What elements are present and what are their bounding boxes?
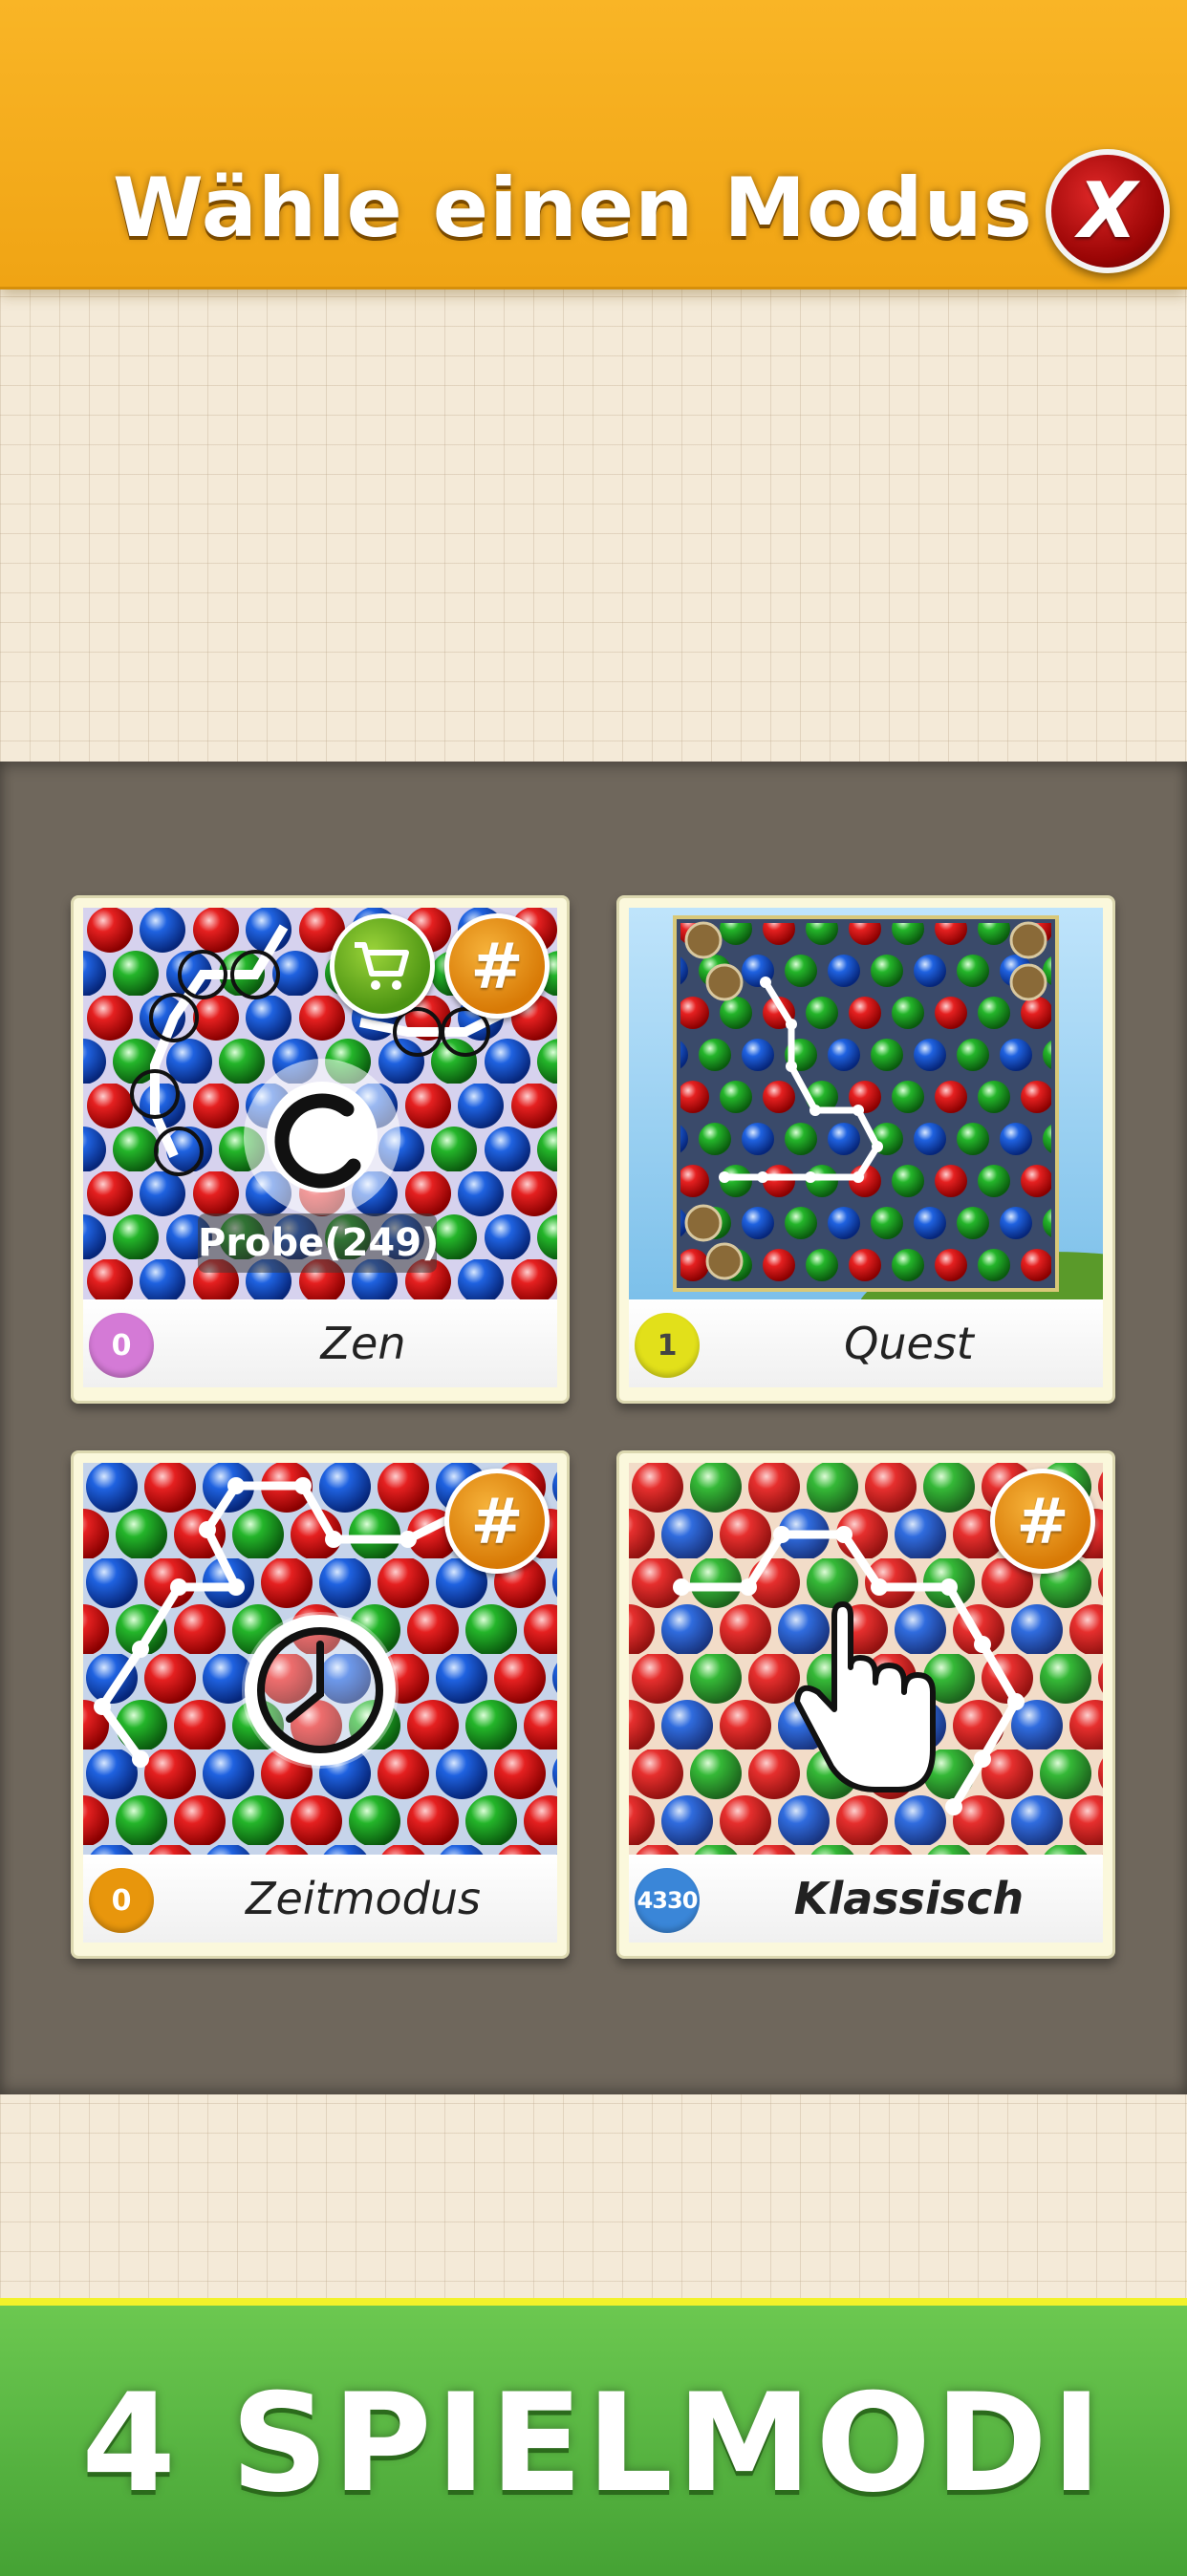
page-title: Wähle einen Modus [113,161,1033,256]
card-footer: 0 Zeitmodus [83,1855,557,1943]
clock-icon [242,1612,399,1769]
shopping-cart-icon [355,942,409,990]
shop-cart-badge[interactable] [330,913,435,1019]
promo-footer: 4 SPIELMODI [0,2298,1187,2576]
card-footer: 1 Quest [629,1299,1103,1387]
mode-count-badge: 0 [89,1313,154,1378]
score-hash-badge[interactable]: # [444,913,550,1019]
mode-panel: # Probe(249) 0 Zen 1 Quest # 0 Zeitmodus… [0,762,1187,2094]
mode-count-badge: 0 [89,1868,154,1933]
klassisch-preview-image: # [629,1463,1103,1855]
mode-count-badge: 1 [635,1313,700,1378]
trial-label: Probe(249) [198,1213,439,1273]
card-footer: 4330 Klassisch [629,1855,1103,1943]
zen-preview-image: # Probe(249) [83,908,557,1299]
card-footer: 0 Zen [83,1299,557,1387]
close-button[interactable]: X [1046,149,1170,273]
score-hash-badge[interactable]: # [444,1469,550,1574]
mode-count-badge: 4330 [635,1868,700,1933]
close-icon: X [1078,166,1137,255]
mode-card-klassisch[interactable]: # 4330 Klassisch [616,1450,1115,1959]
mode-card-zen[interactable]: # Probe(249) 0 Zen [71,895,570,1404]
mode-card-quest[interactable]: 1 Quest [616,895,1115,1404]
mode-label: Zen [320,1318,406,1369]
score-hash-badge[interactable]: # [990,1469,1095,1574]
footer-headline: 4 SPIELMODI [81,2365,1106,2522]
mode-label: Klassisch [793,1873,1025,1924]
header-bar: Wähle einen Modus X [0,0,1187,290]
mode-label: Zeitmodus [246,1873,481,1924]
quest-preview-image [629,908,1103,1299]
mode-label: Quest [844,1318,974,1369]
mode-card-zeitmodus[interactable]: # 0 Zeitmodus [71,1450,570,1959]
zeitmodus-preview-image: # [83,1463,557,1855]
